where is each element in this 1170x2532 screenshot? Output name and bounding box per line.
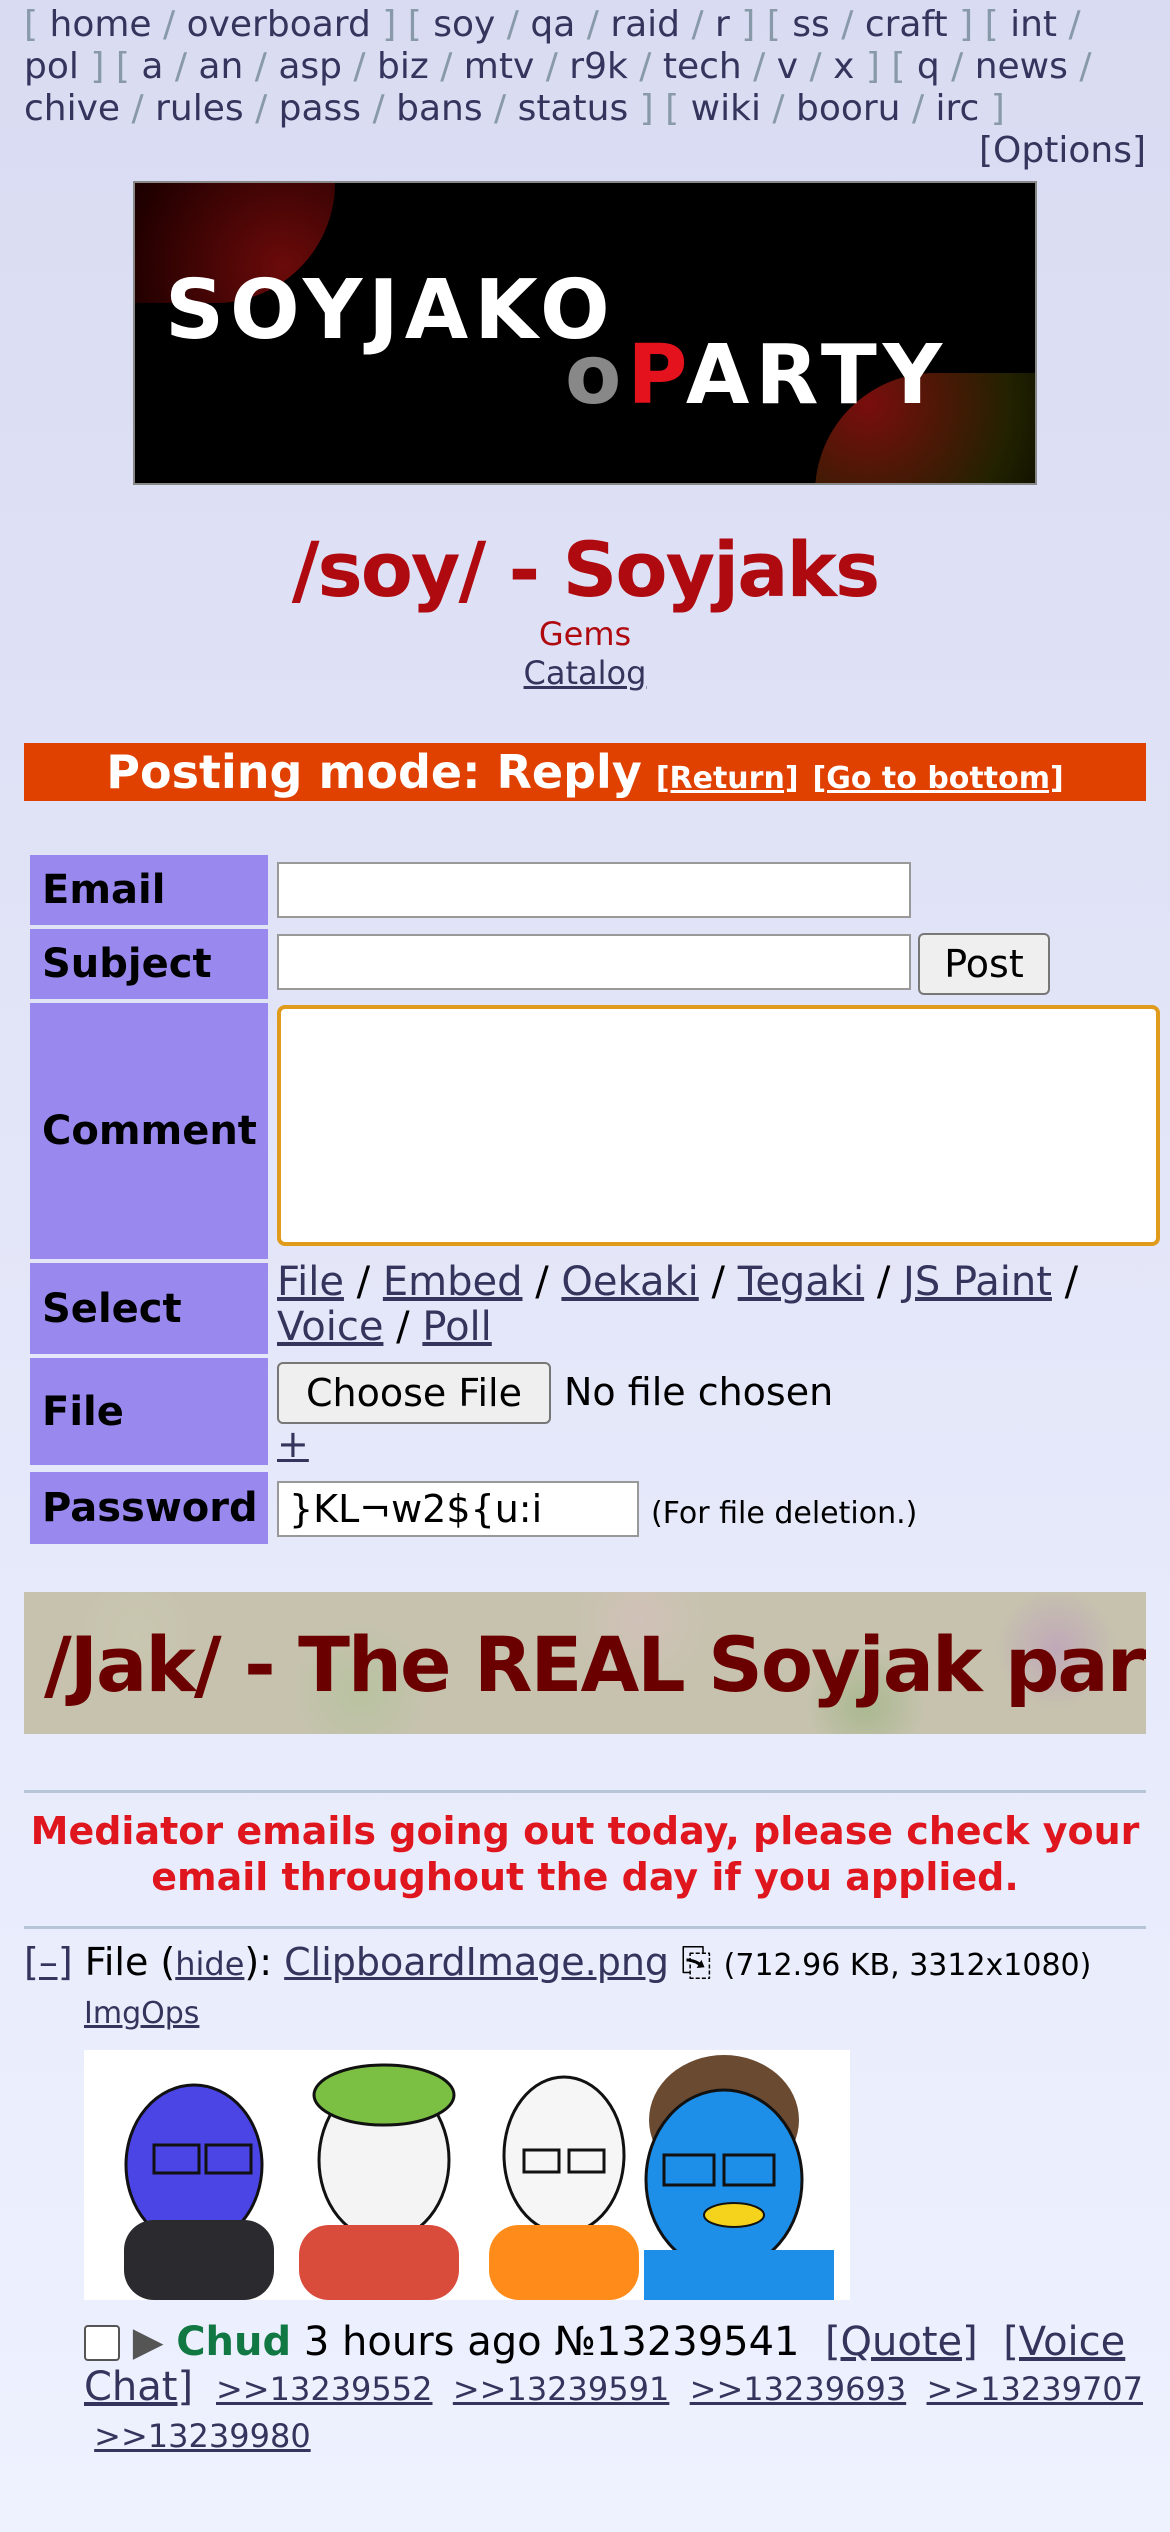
select-label: Select [30, 1263, 268, 1354]
board-title: /soy/ - Soyjaks [291, 525, 881, 614]
comment-label: Comment [30, 1003, 268, 1259]
board-link-pass[interactable]: pass [279, 88, 361, 129]
board-link-tech[interactable]: tech [663, 46, 742, 87]
board-subtitle: Gems [538, 615, 632, 653]
select-oekaki-link[interactable]: Oekaki [561, 1259, 698, 1305]
board-group: [ a / an / asp / biz / mtv / r9k / tech … [115, 46, 892, 87]
board-link-booru[interactable]: booru [796, 88, 901, 129]
board-link-a[interactable]: a [141, 46, 163, 87]
select-voice-link[interactable]: Voice [277, 1304, 383, 1350]
board-link-pol[interactable]: pol [24, 46, 79, 87]
board-link-x[interactable]: x [833, 46, 854, 87]
reply-link[interactable]: >>13239707 [927, 2370, 1144, 2408]
password-label: Password [30, 1472, 268, 1544]
reply-links: >>13239552 >>13239591 >>13239693 >>13239… [84, 2370, 1143, 2455]
board-group: [ soy / qa / raid / r ] [407, 4, 767, 45]
posting-mode-label: Posting mode: Reply [106, 745, 642, 799]
board-link-bans[interactable]: bans [396, 88, 482, 129]
select-tegaki-link[interactable]: Tegaki [738, 1259, 864, 1305]
board-link-mtv[interactable]: mtv [464, 46, 535, 87]
ad-banner-text: /Jak/ - The REAL Soyjak party [44, 1620, 1146, 1709]
email-label: Email [30, 855, 268, 925]
board-group: [ wiki / booru / irc ] [665, 88, 1005, 129]
reply-link[interactable]: >>13239693 [690, 2370, 907, 2408]
thumbnail-image [84, 2050, 850, 2300]
file-label: File [30, 1358, 268, 1465]
file-size: (712.96 KB, 3312x1080) [723, 1948, 1092, 1983]
board-link-asp[interactable]: asp [278, 46, 342, 87]
return-link[interactable]: [Return] [656, 761, 799, 796]
posting-mode-bar: Posting mode: Reply [Return] [Go to bottom… [24, 743, 1146, 801]
quote-link[interactable]: [Quote] [825, 2319, 978, 2365]
board-link-q[interactable]: q [917, 46, 940, 87]
board-link-biz[interactable]: biz [377, 46, 429, 87]
post-button[interactable]: Post [918, 933, 1050, 995]
board-list-nav: [ home / overboard ] [ soy / qa / raid /… [24, 4, 1144, 130]
board-link-v[interactable]: v [777, 46, 798, 87]
post-number[interactable]: №13239541 [554, 2319, 799, 2365]
post-thumbnail[interactable] [84, 2050, 850, 2300]
select-file-link[interactable]: File [277, 1259, 344, 1305]
board-link-raid[interactable]: raid [610, 4, 680, 45]
site-banner[interactable]: SOYJAKO oPARTY [133, 181, 1037, 485]
post-checkbox[interactable] [84, 2325, 120, 2361]
board-link-status[interactable]: status [518, 88, 629, 129]
board-link-home[interactable]: home [50, 4, 152, 45]
choose-file-button[interactable]: Choose File [277, 1362, 551, 1424]
play-triangle-icon[interactable]: ▶ [133, 2319, 164, 2365]
divider [24, 1926, 1146, 1929]
select-options: File / Embed / Oekaki / Tegaki / JS Pain… [277, 1259, 1079, 1350]
board-link-rules[interactable]: rules [155, 88, 244, 129]
subject-label: Subject [30, 929, 268, 999]
imgops-link[interactable]: ImgOps [84, 1996, 199, 2031]
download-icon[interactable]: ⎘ [681, 1940, 711, 1984]
board-link-wiki[interactable]: wiki [691, 88, 761, 129]
reply-link[interactable]: >>13239980 [94, 2417, 311, 2455]
go-to-bottom-link[interactable]: [Go to bottom] [813, 761, 1064, 796]
ad-banner[interactable]: /Jak/ - The REAL Soyjak party [24, 1592, 1146, 1734]
board-link-irc[interactable]: irc [936, 88, 980, 129]
divider [24, 1790, 1146, 1793]
reply-link[interactable]: >>13239591 [453, 2370, 670, 2408]
board-link-soy[interactable]: soy [433, 4, 495, 45]
subject-field[interactable] [277, 934, 911, 990]
announcement: Mediator emails going out today, please … [30, 1809, 1140, 1899]
filename-link[interactable]: ClipboardImage.png [284, 1940, 669, 1984]
board-link-chive[interactable]: chive [24, 88, 120, 129]
email-field[interactable] [277, 862, 911, 918]
file-word: File [84, 1940, 149, 1984]
collapse-toggle[interactable]: [–] [24, 1940, 73, 1984]
board-link-int[interactable]: int [1010, 4, 1057, 45]
password-field[interactable]: }KL¬w2${u:i [277, 1481, 639, 1537]
catalog-link[interactable]: Catalog [524, 654, 647, 692]
board-group: [ home / overboard ] [24, 4, 408, 45]
post-header: ▶ Chud 3 hours ago №13239541 [Quote] [Vo… [84, 2320, 1144, 2459]
add-file-link[interactable]: + [277, 1422, 309, 1466]
board-link-qa[interactable]: qa [530, 4, 575, 45]
select-embed-link[interactable]: Embed [383, 1259, 523, 1305]
banner-text-line2: oPARTY [565, 328, 949, 423]
board-link-news[interactable]: news [975, 46, 1068, 87]
hide-link[interactable]: hide [175, 1945, 244, 1983]
file-info-line: [–] File (hide): ClipboardImage.png ⎘ (7… [24, 1940, 1092, 1984]
post-time: 3 hours ago [303, 2319, 542, 2365]
reply-link[interactable]: >>13239552 [216, 2370, 433, 2408]
board-link-craft[interactable]: craft [865, 4, 948, 45]
board-link-ss[interactable]: ss [792, 4, 830, 45]
board-link-r9k[interactable]: r9k [569, 46, 628, 87]
board-group: [ ss / craft ] [766, 4, 985, 45]
poster-name: Chud [176, 2319, 292, 2365]
select-poll-link[interactable]: Poll [422, 1304, 491, 1350]
banner-text-line1: SOYJAKO [165, 263, 616, 358]
password-note: (For file deletion.) [651, 1496, 918, 1531]
select-jspaint-link[interactable]: JS Paint [903, 1259, 1052, 1305]
options-link[interactable]: [Options] [979, 130, 1146, 171]
board-link-overboard[interactable]: overboard [187, 4, 371, 45]
comment-textarea[interactable] [277, 1005, 1160, 1246]
board-link-an[interactable]: an [198, 46, 243, 87]
no-file-text: No file chosen [564, 1370, 834, 1414]
board-link-r[interactable]: r [715, 4, 730, 45]
